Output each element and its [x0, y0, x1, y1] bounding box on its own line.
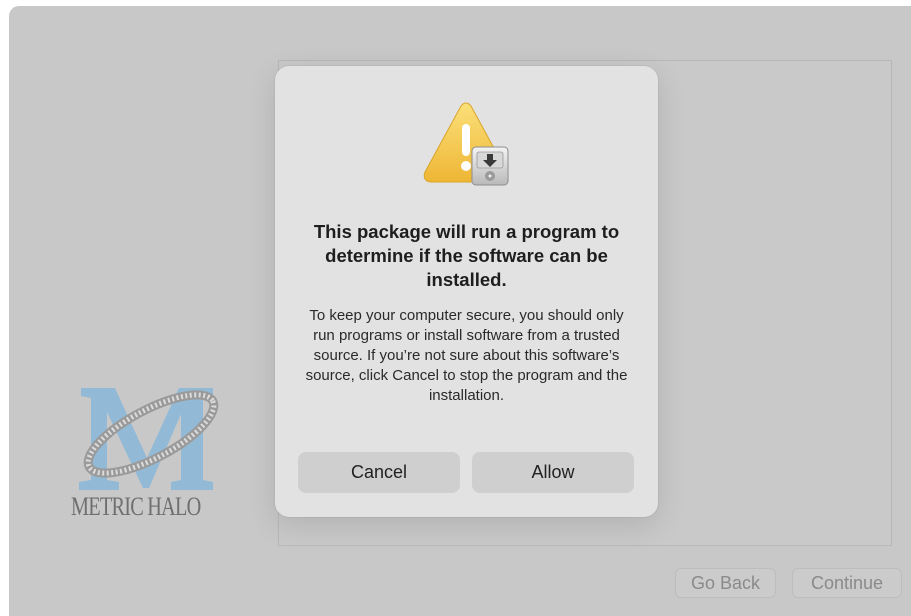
security-alert-dialog: This package will run a program to deter… [275, 66, 658, 517]
metric-halo-logo-text: METRIC HALO [71, 492, 201, 521]
dialog-title: This package will run a program to deter… [313, 221, 620, 290]
cancel-button[interactable]: Cancel [298, 452, 460, 493]
continue-button[interactable]: Continue [792, 568, 902, 598]
go-back-button[interactable]: Go Back [675, 568, 776, 598]
allow-button[interactable]: Allow [472, 452, 634, 493]
dialog-message: To keep your computer secure, you should… [305, 307, 628, 404]
warning-package-icon [421, 102, 513, 192]
